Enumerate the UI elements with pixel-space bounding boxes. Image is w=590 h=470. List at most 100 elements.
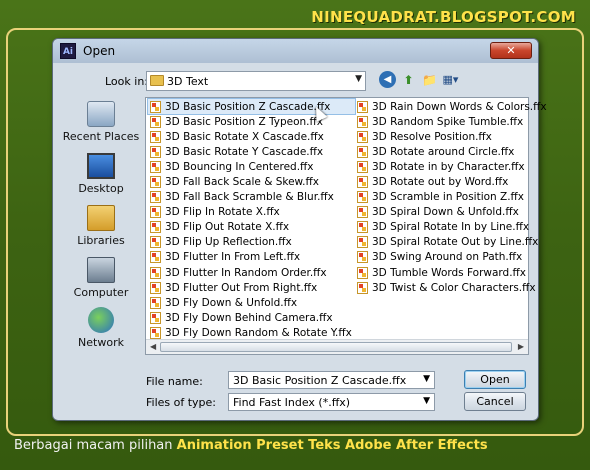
ffx-file-icon — [150, 176, 161, 189]
file-item-label: 3D Swing Around on Path.ffx — [372, 251, 523, 264]
ffx-file-icon — [357, 100, 368, 113]
ffx-file-icon — [357, 281, 368, 294]
file-item-label: 3D Random Spike Tumble.ffx — [372, 115, 524, 128]
file-item[interactable]: 3D Flip Out Rotate X.ffx — [148, 220, 355, 235]
ffx-file-icon — [150, 160, 161, 173]
new-folder-icon[interactable]: 📁 — [421, 71, 438, 88]
file-item[interactable]: 3D Flip Up Reflection.ffx — [148, 235, 355, 250]
dialog-titlebar[interactable]: Ai Open ✕ — [53, 39, 538, 63]
ffx-file-icon — [150, 251, 161, 264]
place-recent-places[interactable]: Recent Places — [61, 101, 141, 143]
ffx-file-icon — [150, 100, 161, 113]
file-item[interactable]: 3D Flip In Rotate X.ffx — [148, 205, 355, 220]
file-item[interactable]: 3D Rotate around Circle.ffx — [355, 144, 550, 159]
file-list[interactable]: 3D Basic Position Z Cascade.ffx 3D Basic … — [145, 97, 547, 356]
file-item-label: 3D Spiral Rotate Out by Line.ffx — [372, 236, 539, 249]
chevron-down-icon[interactable]: ▼ — [355, 74, 362, 84]
file-item-label: 3D Flip In Rotate X.ffx — [165, 206, 280, 219]
file-item[interactable]: 3D Basic Rotate Y Cascade.ffx — [148, 144, 355, 159]
place-label: Network — [78, 336, 124, 349]
file-item-label: 3D Basic Rotate X Cascade.ffx — [165, 130, 324, 143]
ffx-file-icon — [150, 206, 161, 219]
horizontal-scrollbar[interactable]: ◀ ▶ — [146, 339, 528, 354]
file-item[interactable]: 3D Rain Down Words & Colors.ffx — [355, 99, 550, 114]
file-item[interactable]: 3D Flutter In From Left.ffx — [148, 250, 355, 265]
back-icon[interactable]: ◀ — [379, 71, 396, 88]
file-item[interactable]: 3D Scramble in Position Z.ffx — [355, 190, 550, 205]
file-item[interactable]: 3D Bouncing In Centered.ffx — [148, 159, 355, 174]
after-effects-app-icon: Ai — [60, 43, 76, 59]
close-button[interactable]: ✕ — [490, 42, 532, 59]
files-of-type-select[interactable]: Find Fast Index (*.ffx) ▼ — [228, 393, 435, 411]
file-item[interactable]: 3D Rotate in by Character.ffx — [355, 159, 550, 174]
file-item[interactable]: 3D Spiral Rotate In by Line.ffx — [355, 220, 550, 235]
scroll-right-icon[interactable]: ▶ — [518, 342, 524, 351]
file-item[interactable]: 3D Rotate out by Word.ffx — [355, 174, 550, 189]
file-item-label: 3D Rain Down Words & Colors.ffx — [372, 100, 547, 113]
file-item[interactable]: 3D Spiral Rotate Out by Line.ffx — [355, 235, 550, 250]
libraries-icon — [87, 205, 115, 231]
place-network[interactable]: Network — [61, 307, 141, 349]
look-in-combo[interactable]: 3D Text ▼ — [146, 71, 366, 91]
cancel-button[interactable]: Cancel — [464, 392, 526, 411]
ffx-file-icon — [357, 176, 368, 189]
file-item-label: 3D Fly Down & Unfold.ffx — [165, 296, 298, 309]
open-button[interactable]: Open — [464, 370, 526, 389]
file-item[interactable]: 3D Resolve Position.ffx — [355, 129, 550, 144]
file-item-label: 3D Fly Down Random & Rotate Y.ffx — [165, 326, 352, 339]
file-name-value: 3D Basic Position Z Cascade.ffx — [233, 374, 407, 387]
place-desktop[interactable]: Desktop — [61, 153, 141, 195]
file-item-label: 3D Rotate out by Word.ffx — [372, 176, 509, 189]
ffx-file-icon — [357, 221, 368, 234]
scroll-thumb[interactable] — [160, 342, 512, 352]
file-item[interactable]: 3D Swing Around on Path.ffx — [355, 250, 550, 265]
file-item[interactable]: 3D Spiral Down & Unfold.ffx — [355, 205, 550, 220]
file-item[interactable]: 3D Fly Down & Unfold.ffx — [148, 295, 355, 310]
network-icon — [88, 307, 114, 333]
ffx-file-icon — [357, 191, 368, 204]
file-item[interactable]: 3D Basic Rotate X Cascade.ffx — [148, 129, 355, 144]
file-item[interactable]: 3D Fly Down Behind Camera.ffx — [148, 310, 355, 325]
file-column-2: 3D Rain Down Words & Colors.ffx 3D Random… — [355, 99, 550, 295]
scroll-left-icon[interactable]: ◀ — [150, 342, 156, 351]
file-item-label: 3D Spiral Down & Unfold.ffx — [372, 206, 519, 219]
place-computer[interactable]: Computer — [61, 257, 141, 299]
ffx-file-icon — [150, 115, 161, 128]
places-bar: Recent Places Desktop Libraries Computer… — [61, 97, 139, 349]
file-item[interactable]: 3D Flutter Out From Right.ffx — [148, 280, 355, 295]
file-item[interactable]: 3D Fall Back Scramble & Blur.ffx — [148, 190, 355, 205]
ffx-file-icon — [357, 266, 368, 279]
ffx-file-icon — [150, 236, 161, 249]
place-libraries[interactable]: Libraries — [61, 205, 141, 247]
file-item-label: 3D Basic Position Z Cascade.ffx — [165, 100, 331, 113]
ffx-file-icon — [150, 221, 161, 234]
chevron-down-icon[interactable]: ▼ — [423, 374, 430, 384]
caption-prefix: Berbagai macam pilihan — [14, 438, 177, 453]
folder-icon — [150, 75, 164, 86]
ffx-file-icon — [150, 145, 161, 158]
file-item-label: 3D Basic Position Z Typeon.ffx — [165, 115, 323, 128]
up-folder-icon[interactable]: ⬆ — [400, 71, 417, 88]
file-name-field[interactable]: 3D Basic Position Z Cascade.ffx ▼ — [228, 371, 435, 389]
chevron-down-icon[interactable]: ▼ — [423, 396, 430, 406]
file-column-1: 3D Basic Position Z Cascade.ffx 3D Basic … — [147, 97, 356, 356]
views-menu-icon[interactable]: ▦▾ — [442, 71, 459, 88]
site-title: NINEQUADRAT.BLOGSPOT.COM — [311, 8, 576, 26]
file-item[interactable]: 3D Flutter In Random Order.ffx — [148, 265, 355, 280]
file-item-label: 3D Rotate around Circle.ffx — [372, 145, 515, 158]
file-item[interactable]: 3D Fall Back Scale & Skew.ffx — [148, 174, 355, 189]
ffx-file-icon — [357, 251, 368, 264]
file-item[interactable]: 3D Twist & Color Characters.ffx — [355, 280, 550, 295]
file-item[interactable]: 3D Random Spike Tumble.ffx — [355, 114, 550, 129]
ffx-file-icon — [150, 191, 161, 204]
ffx-file-icon — [357, 160, 368, 173]
file-item[interactable]: 3D Tumble Words Forward.ffx — [355, 265, 550, 280]
files-of-type-label: Files of type: — [146, 396, 217, 409]
look-in-value: 3D Text — [167, 75, 209, 88]
look-in-label: Look in: — [105, 75, 148, 88]
ffx-file-icon — [357, 115, 368, 128]
file-item-label: 3D Tumble Words Forward.ffx — [372, 266, 526, 279]
computer-icon — [87, 257, 115, 283]
file-item-label: 3D Fly Down Behind Camera.ffx — [165, 311, 333, 324]
file-item-label: 3D Twist & Color Characters.ffx — [372, 281, 536, 294]
